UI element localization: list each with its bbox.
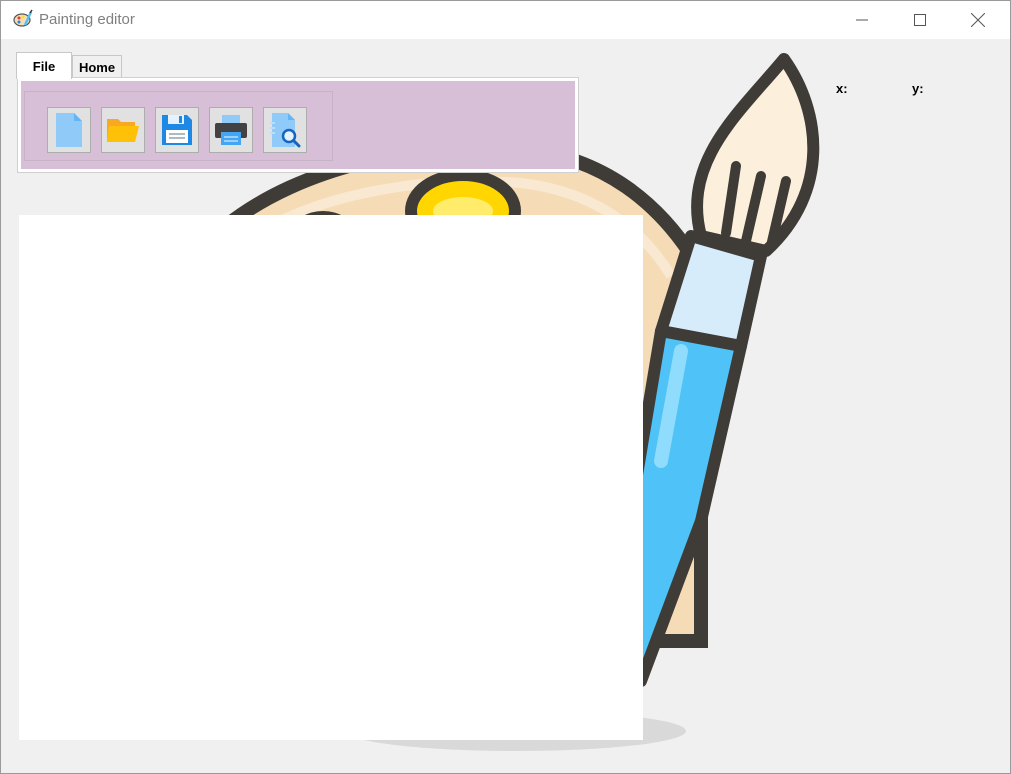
open-folder-icon bbox=[107, 119, 139, 142]
ribbon-panel bbox=[17, 77, 579, 173]
maximize-button[interactable] bbox=[897, 1, 943, 39]
tab-file[interactable]: File bbox=[16, 52, 72, 79]
open-button[interactable] bbox=[101, 107, 145, 153]
minimize-icon bbox=[856, 19, 868, 21]
maximize-icon bbox=[914, 14, 926, 26]
print-icon bbox=[215, 115, 247, 145]
close-button[interactable] bbox=[955, 1, 1001, 39]
close-icon bbox=[971, 13, 985, 27]
print-preview-button[interactable] bbox=[263, 107, 307, 153]
drawing-canvas[interactable] bbox=[19, 215, 643, 740]
app-window: Painting editor File Home x: y: bbox=[0, 0, 1011, 774]
new-file-button[interactable] bbox=[47, 107, 91, 153]
tab-file-label: File bbox=[32, 58, 56, 74]
minimize-button[interactable] bbox=[839, 1, 885, 39]
title-bar: Painting editor bbox=[1, 1, 1010, 39]
print-preview-icon bbox=[270, 113, 301, 148]
save-button[interactable] bbox=[155, 107, 199, 153]
print-button[interactable] bbox=[209, 107, 253, 153]
new-file-icon bbox=[56, 113, 82, 147]
ribbon-background bbox=[21, 81, 575, 169]
x-coordinate-label: x: bbox=[836, 81, 848, 96]
window-title: Painting editor bbox=[39, 11, 135, 28]
tab-home[interactable]: Home bbox=[72, 55, 122, 78]
save-icon bbox=[162, 115, 192, 145]
palette-app-icon bbox=[13, 9, 33, 27]
tab-home-label: Home bbox=[78, 59, 116, 75]
file-tools-group bbox=[24, 91, 333, 161]
y-coordinate-label: y: bbox=[912, 81, 924, 96]
